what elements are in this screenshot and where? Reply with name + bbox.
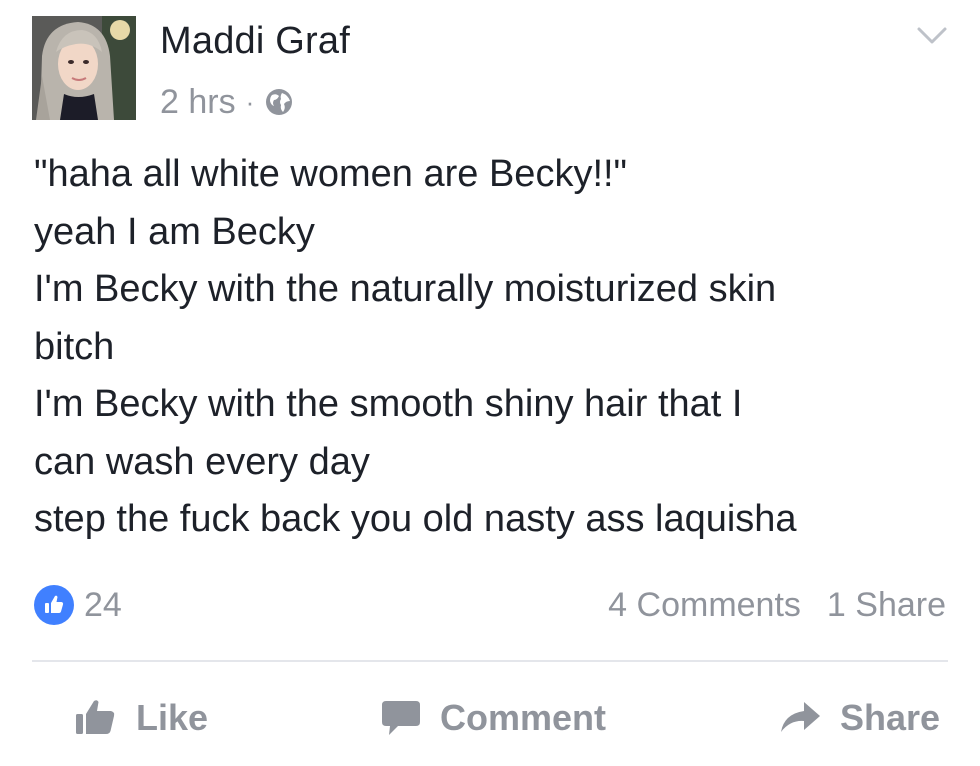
comment-button[interactable]: Comment — [380, 697, 606, 739]
chevron-down-icon[interactable] — [916, 24, 948, 48]
post-text-line: I'm Becky with the naturally moisturized… — [34, 268, 777, 310]
like-count-value: 24 — [84, 585, 122, 624]
like-count[interactable]: 24 — [34, 585, 122, 625]
meta-separator: · — [245, 86, 255, 117]
engagement-counts: 24 4 Comments 1 Share — [34, 578, 946, 632]
avatar-image — [32, 16, 136, 120]
comment-share-counts: 4 Comments 1 Share — [608, 586, 946, 625]
share-arrow-icon — [778, 700, 822, 736]
like-badge-icon — [34, 585, 74, 625]
share-button-label: Share — [839, 697, 940, 738]
post-text-line: "haha all white women are Becky!!" — [34, 153, 628, 195]
post-text-line: bitch — [34, 325, 115, 368]
comments-count[interactable]: 4 Comments — [608, 586, 801, 625]
post-text-line: yeah I am Becky — [34, 210, 315, 253]
post-text-line: I'm Becky with the smooth shiny hair tha… — [34, 383, 743, 425]
post-text-line: can wash every day — [34, 440, 370, 483]
share-button[interactable]: Share — [778, 697, 940, 739]
like-button-label: Like — [136, 697, 209, 738]
avatar[interactable] — [32, 16, 136, 120]
shares-count[interactable]: 1 Share — [827, 586, 946, 625]
thumbs-up-icon — [74, 698, 118, 738]
post-text: "haha all white women are Becky!!" yeah … — [34, 146, 954, 549]
post-meta: 2 hrs · — [160, 80, 294, 124]
facebook-post: Maddi Graf 2 hrs · "haha all white women… — [0, 0, 980, 766]
comment-bubble-icon — [380, 698, 422, 738]
action-bar: Like Comment Share — [32, 688, 948, 748]
globe-icon — [264, 87, 294, 117]
post-timestamp[interactable]: 2 hrs — [160, 83, 236, 122]
comment-button-label: Comment — [439, 697, 606, 738]
post-text-line: step the fuck back you old nasty ass laq… — [34, 498, 797, 540]
author-name[interactable]: Maddi Graf — [160, 20, 350, 63]
like-button[interactable]: Like — [74, 697, 208, 739]
divider — [32, 660, 948, 662]
